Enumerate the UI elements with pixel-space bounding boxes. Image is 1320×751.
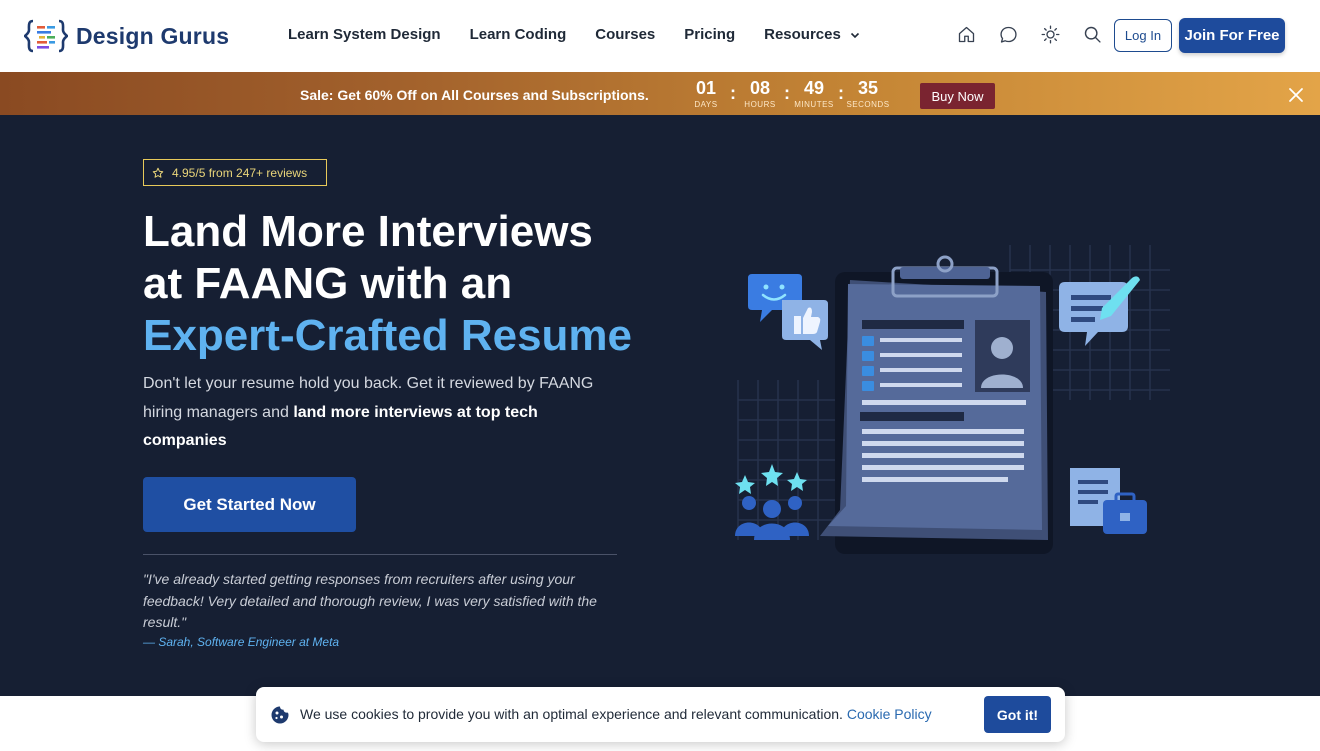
clipboard [820,255,1053,554]
countdown-label: DAYS [694,100,718,109]
cookie-text: We use cookies to provide you with an op… [300,706,932,722]
countdown-value: 35 [857,78,879,98]
nav-label: Courses [595,26,656,43]
logo-mark-icon [24,19,68,53]
hero-title-accent: Expert-Crafted Resume [143,311,633,360]
testimonial-author: — Sarah, Software Engineer at Meta [143,635,340,649]
countdown-days: 01 DAYS [684,78,728,109]
hero-title-line2: at FAANG with an [143,259,513,308]
countdown-separator: : [784,83,790,103]
nav-courses[interactable]: Courses [595,26,655,43]
countdown-seconds: 35 SECONDS [846,78,890,109]
countdown-label: HOURS [744,100,776,109]
nav-learn-coding[interactable]: Learn Coding [470,26,567,43]
hero-title: Land More Interviews at FAANG with an [143,206,663,310]
testimonial-quote: "I've already started getting responses … [143,571,597,630]
login-button[interactable]: Log In [1114,19,1172,52]
top-header: Design Gurus Learn System Design Learn C… [0,0,1320,72]
cookie-banner: We use cookies to provide you with an op… [256,687,1065,742]
countdown-value: 01 [695,78,717,98]
star-icon [152,167,164,178]
home-icon[interactable] [956,24,977,45]
reviewers-group [735,464,809,540]
briefcase [1070,468,1147,534]
nav-label: Pricing [684,26,736,43]
got-it-button[interactable]: Got it! [984,696,1051,733]
hero-title-line1: Land More Interviews [143,207,593,256]
countdown-label: SECONDS [846,100,890,109]
countdown-minutes: 49 MINUTES [792,78,836,109]
brand-logo[interactable]: Design Gurus [24,18,229,54]
countdown-label: MINUTES [794,100,834,109]
cookie-message: We use cookies to provide you with an op… [300,706,843,722]
divider [143,554,617,555]
sale-text: Sale: Get 60% Off on All Courses and Sub… [300,87,649,103]
resume-illustration [735,245,1170,554]
rating-badge: 4.95/5 from 247+ reviews [143,159,327,186]
sale-banner: Sale: Get 60% Off on All Courses and Sub… [0,72,1320,115]
sun-icon[interactable] [1040,24,1061,45]
feedback-bubbles [748,274,828,350]
nav-resources[interactable]: Resources [764,26,861,43]
countdown-value: 08 [749,78,771,98]
cookie-policy-link[interactable]: Cookie Policy [847,706,932,722]
chat-icon[interactable] [998,24,1019,45]
buy-now-button[interactable]: Buy Now [920,83,995,109]
main-nav: Learn System Design Learn Coding Courses… [288,26,861,43]
nav-pricing[interactable]: Pricing [684,26,735,43]
hero-description: Don't let your resume hold you back. Get… [143,370,623,456]
cookie-icon [271,706,289,724]
countdown-separator: : [730,83,736,103]
countdown-hours: 08 HOURS [738,78,782,109]
countdown-value: 49 [803,78,825,98]
countdown-timer: 01 DAYS : 08 HOURS : 49 MINUTES : 35 SEC… [684,78,890,109]
rating-text: 4.95/5 from 247+ reviews [172,165,308,180]
nav-label: Learn System Design [288,26,441,43]
join-for-free-button[interactable]: Join For Free [1179,18,1285,53]
search-icon[interactable] [1082,24,1103,45]
nav-learn-system-design[interactable]: Learn System Design [288,26,441,43]
nav-label: Learn Coding [469,26,567,43]
chevron-down-icon [850,32,859,38]
brand-name: Design Gurus [76,22,230,49]
comment-bubble [1059,276,1140,346]
countdown-separator: : [838,83,844,103]
nav-label: Resources [764,26,841,43]
close-icon[interactable] [1288,87,1304,103]
get-started-button[interactable]: Get Started Now [143,477,356,532]
header-icons [956,24,1103,45]
